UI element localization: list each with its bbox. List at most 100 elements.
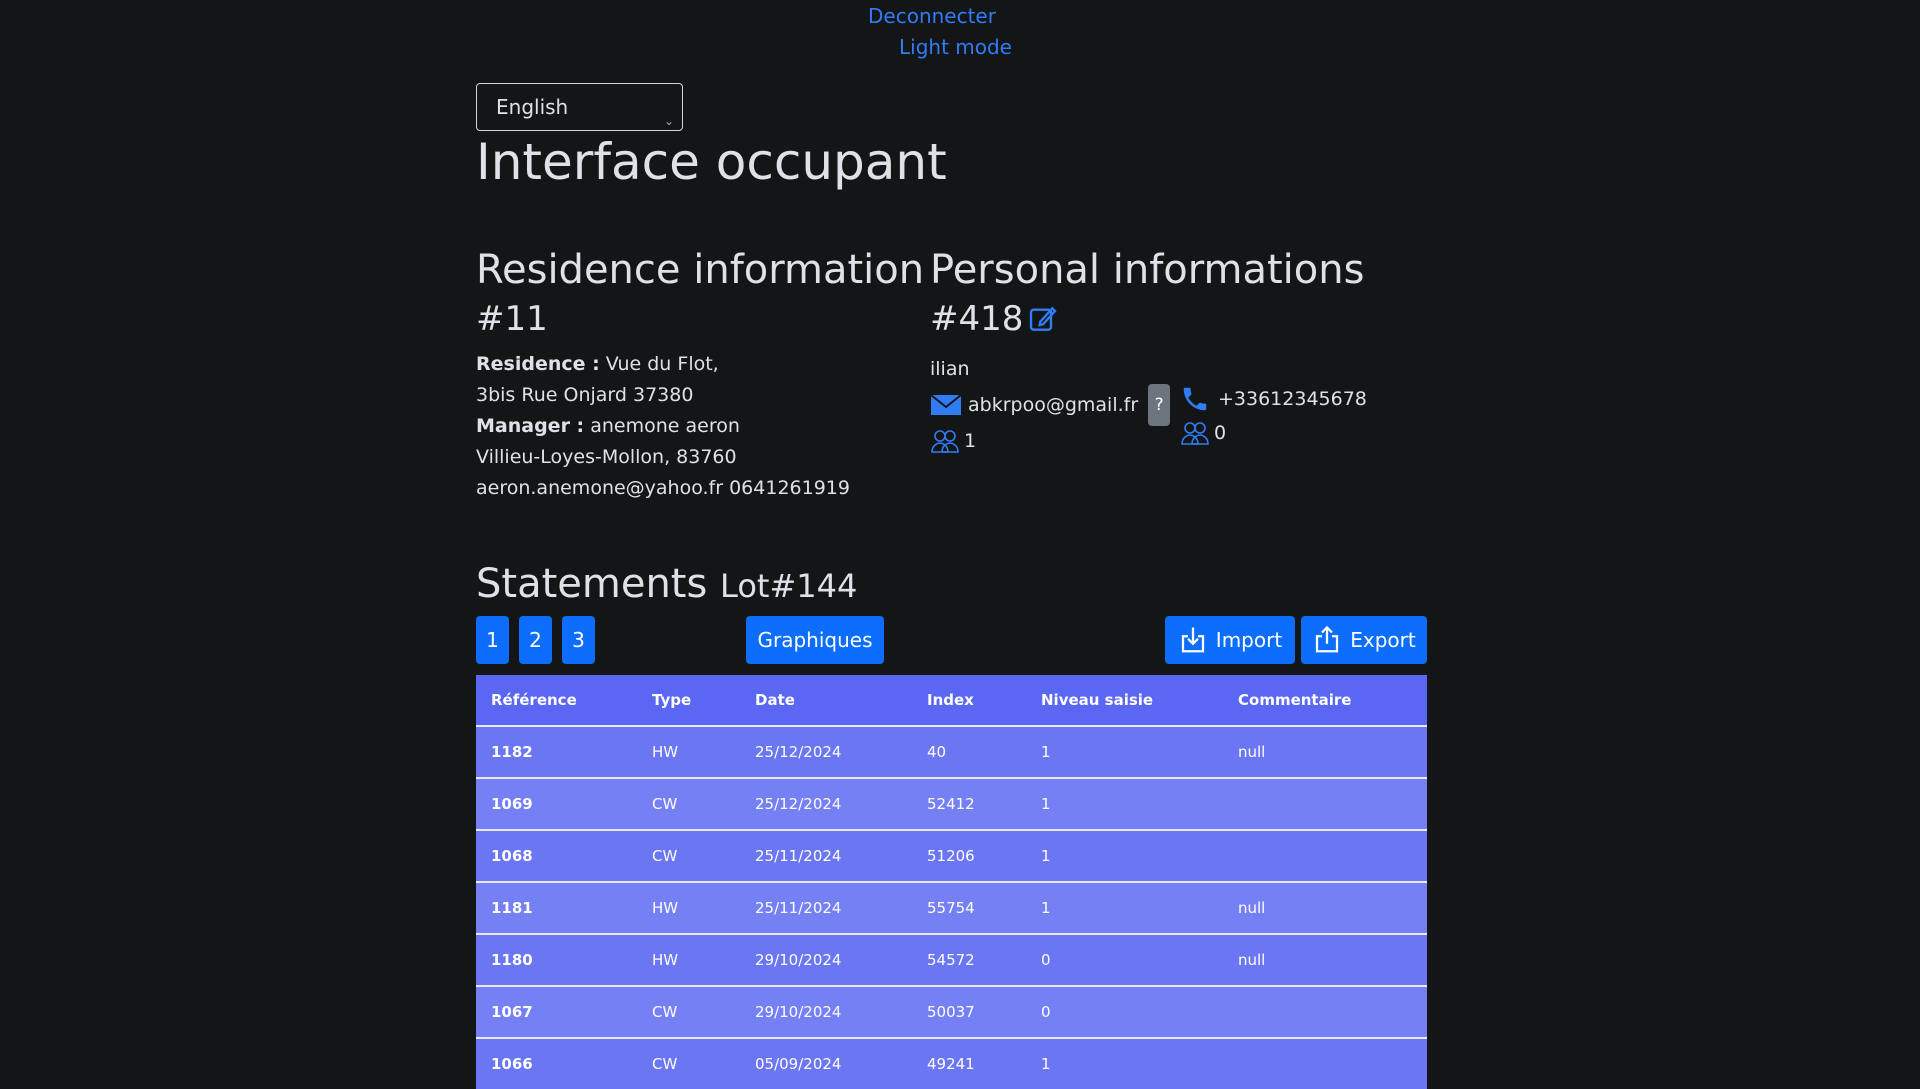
- manager-label: Manager :: [476, 415, 585, 437]
- count-b-value: 0: [1214, 422, 1227, 444]
- cell-index: 50037: [912, 985, 1026, 1038]
- cell-type: CW: [637, 985, 740, 1038]
- cell-reference: 1069: [476, 777, 637, 830]
- cell-type: CW: [637, 829, 740, 882]
- export-label: Export: [1350, 628, 1416, 652]
- cell-date: 05/09/2024: [740, 1037, 912, 1089]
- cell-index: 49241: [912, 1037, 1026, 1089]
- lot-number: Lot#144: [720, 567, 858, 605]
- cell-reference: 1067: [476, 985, 637, 1038]
- statements-title: Statements Lot#144: [476, 561, 857, 607]
- residence-id: #11: [476, 299, 548, 339]
- cell-date: 25/12/2024: [740, 777, 912, 830]
- col-commentaire[interactable]: Commentaire: [1223, 675, 1427, 726]
- table-row[interactable]: 1067 CW 29/10/2024 50037 0: [476, 985, 1427, 1038]
- cell-type: HW: [637, 725, 740, 778]
- residence-line: Residence : Vue du Flot,: [476, 349, 916, 380]
- manager-name: anemone aeron: [590, 415, 740, 437]
- email-row: abkrpoo@gmail.fr ?: [930, 384, 1171, 426]
- cell-date: 25/11/2024: [740, 829, 912, 882]
- page-button-1[interactable]: 1: [476, 616, 509, 664]
- col-type[interactable]: Type: [637, 675, 740, 726]
- cell-niveau: 0: [1026, 933, 1223, 986]
- download-icon: [1178, 625, 1208, 655]
- personal-email: abkrpoo@gmail.fr: [968, 394, 1139, 416]
- personal-name: ilian: [930, 358, 970, 380]
- cell-reference: 1180: [476, 933, 637, 986]
- table-row[interactable]: 1181 HW 25/11/2024 55754 1 null: [476, 881, 1427, 934]
- cell-niveau: 1: [1026, 725, 1223, 778]
- cell-commentaire: null: [1223, 881, 1427, 934]
- cell-type: CW: [637, 777, 740, 830]
- col-reference[interactable]: Référence: [476, 675, 637, 726]
- col-index[interactable]: Index: [912, 675, 1026, 726]
- residence-address: 3bis Rue Onjard 37380: [476, 384, 694, 406]
- page-button-3[interactable]: 3: [562, 616, 595, 664]
- language-select[interactable]: English ⌄: [476, 83, 683, 131]
- phone-row: +33612345678: [1180, 384, 1367, 414]
- cell-type: HW: [637, 933, 740, 986]
- cell-niveau: 1: [1026, 1037, 1223, 1089]
- language-select-value: English: [496, 95, 569, 119]
- cell-index: 51206: [912, 829, 1026, 882]
- cell-date: 29/10/2024: [740, 933, 912, 986]
- cell-niveau: 0: [1026, 985, 1223, 1038]
- cell-date: 25/12/2024: [740, 725, 912, 778]
- cell-type: CW: [637, 1037, 740, 1089]
- table-header-row: Référence Type Date Index Niveau saisie …: [476, 675, 1427, 726]
- col-niveau-saisie[interactable]: Niveau saisie: [1026, 675, 1223, 726]
- cell-niveau: 1: [1026, 829, 1223, 882]
- cell-commentaire: [1223, 1037, 1427, 1089]
- logout-link[interactable]: Deconnecter: [868, 4, 996, 28]
- col-date[interactable]: Date: [740, 675, 912, 726]
- cell-type: HW: [637, 881, 740, 934]
- residence-title: Residence information: [476, 247, 925, 293]
- manager-contact: aeron.anemone@yahoo.fr 0641261919: [476, 477, 850, 499]
- personal-id: #418: [930, 299, 1024, 339]
- cell-commentaire: null: [1223, 933, 1427, 986]
- cell-reference: 1181: [476, 881, 637, 934]
- cell-date: 25/11/2024: [740, 881, 912, 934]
- occupants-count-a: 1: [930, 428, 976, 454]
- email-help-button[interactable]: ?: [1148, 384, 1171, 426]
- light-mode-link[interactable]: Light mode: [899, 35, 1012, 59]
- cell-date: 29/10/2024: [740, 985, 912, 1038]
- residence-name: Vue du Flot,: [605, 353, 719, 375]
- manager-city: Villieu-Loyes-Mollon, 83760: [476, 446, 737, 468]
- table-row[interactable]: 1068 CW 25/11/2024 51206 1: [476, 829, 1427, 882]
- envelope-icon: [930, 393, 962, 417]
- cell-index: 40: [912, 725, 1026, 778]
- personal-section: Personal informations #418 ilian abkrpoo…: [930, 245, 1400, 453]
- cell-commentaire: null: [1223, 725, 1427, 778]
- cell-niveau: 1: [1026, 881, 1223, 934]
- count-a-value: 1: [964, 430, 977, 452]
- cell-index: 55754: [912, 881, 1026, 934]
- cell-reference: 1066: [476, 1037, 637, 1089]
- export-button[interactable]: Export: [1301, 616, 1427, 664]
- personal-title: Personal informations: [930, 247, 1365, 293]
- phone-icon: [1180, 384, 1210, 414]
- upload-icon: [1312, 625, 1342, 655]
- occupants-count-b: 0: [1180, 420, 1226, 446]
- residence-section: Residence information #11 Residence : Vu…: [476, 245, 925, 504]
- import-button[interactable]: Import: [1165, 616, 1295, 664]
- personal-phone: +33612345678: [1218, 388, 1367, 410]
- cell-commentaire: [1223, 829, 1427, 882]
- table-row[interactable]: 1069 CW 25/12/2024 52412 1: [476, 777, 1427, 830]
- edit-icon[interactable]: [1027, 303, 1059, 335]
- cell-reference: 1068: [476, 829, 637, 882]
- cell-commentaire: [1223, 985, 1427, 1038]
- manager-line: Manager : anemone aeron: [476, 411, 916, 442]
- graphiques-button[interactable]: Graphiques: [746, 616, 884, 664]
- table-row[interactable]: 1066 CW 05/09/2024 49241 1: [476, 1037, 1427, 1089]
- page-button-2[interactable]: 2: [519, 616, 552, 664]
- cell-index: 54572: [912, 933, 1026, 986]
- table-row[interactable]: 1182 HW 25/12/2024 40 1 null: [476, 725, 1427, 778]
- personal-id-row: #418: [930, 295, 1400, 343]
- statements-heading: Statements: [476, 561, 708, 607]
- table-row[interactable]: 1180 HW 29/10/2024 54572 0 null: [476, 933, 1427, 986]
- statements-table: Référence Type Date Index Niveau saisie …: [476, 675, 1427, 1089]
- import-label: Import: [1215, 628, 1283, 652]
- cell-index: 52412: [912, 777, 1026, 830]
- cell-reference: 1182: [476, 725, 637, 778]
